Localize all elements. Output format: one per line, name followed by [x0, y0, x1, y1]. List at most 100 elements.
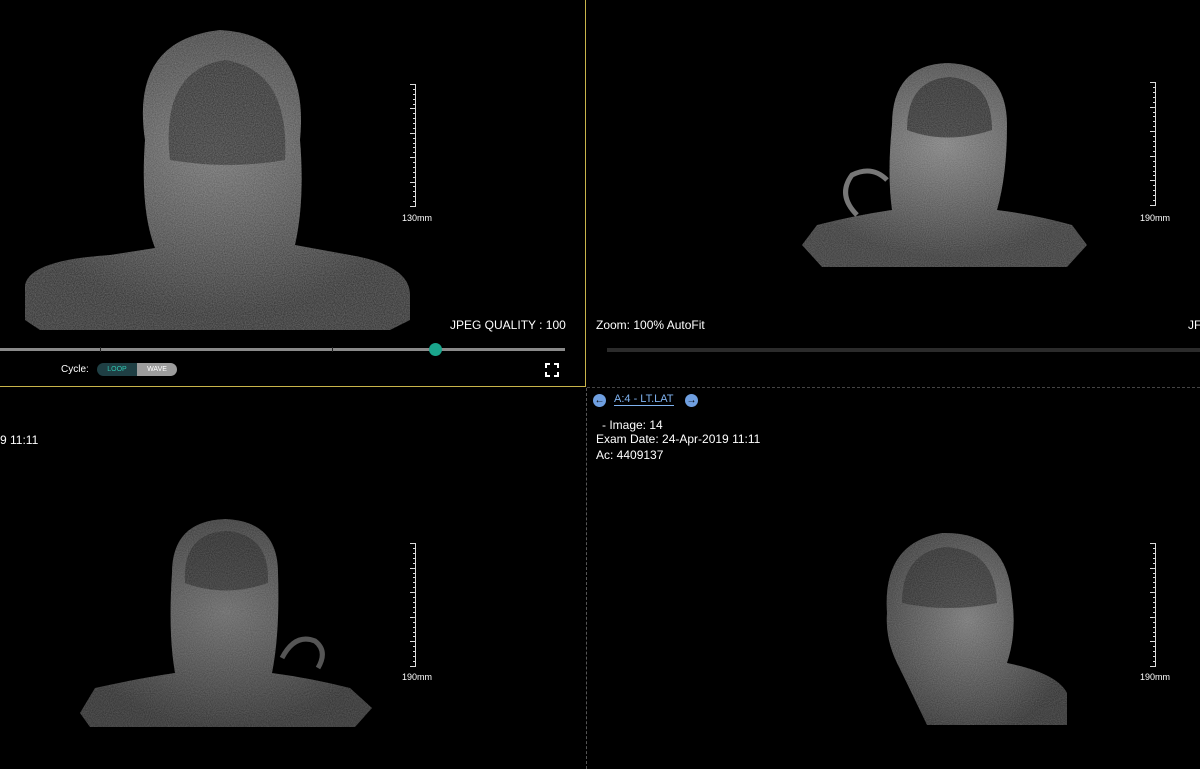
ruler-tick [410, 592, 416, 593]
ruler-tick [1153, 597, 1156, 598]
ruler-tick [413, 138, 416, 139]
ruler-tick [1150, 180, 1156, 181]
ruler-tick [1150, 131, 1156, 132]
ruler-tick [1153, 582, 1156, 583]
accession-number: Ac: 4409137 [596, 448, 664, 462]
viewport-1[interactable]: 130mm JPEG QUALITY : 100 Cycle: LOOP WAV… [0, 0, 586, 387]
ruler-tick [410, 157, 416, 158]
ruler-tick [413, 558, 416, 559]
ruler-tick [1150, 617, 1156, 618]
ruler-tick [410, 641, 416, 642]
ruler-tick [410, 666, 416, 667]
ruler-tick [413, 602, 416, 603]
ruler-tick [1153, 553, 1156, 554]
ruler-tick [1150, 107, 1156, 108]
ruler-tick [1153, 632, 1156, 633]
viewport-4[interactable]: ← A:4 - LT.LAT → - Image: 14 Exam Date: … [587, 388, 1200, 769]
ruler-tick [410, 108, 416, 109]
ruler-tick [1153, 146, 1156, 147]
ruler-tick [1150, 666, 1156, 667]
viewport-2[interactable]: 190mm Zoom: 100% AutoFit JF [587, 0, 1200, 387]
ruler-tick [1153, 136, 1156, 137]
ruler-tick [413, 143, 416, 144]
cine-slider[interactable] [607, 348, 1200, 352]
ruler-tick [410, 206, 416, 207]
exam-date: Exam Date: 24-Apr-2019 11:11 [596, 432, 761, 446]
ruler-tick [413, 636, 416, 637]
cycle-option-loop[interactable]: LOOP [97, 363, 137, 376]
ruler-tick [410, 84, 416, 85]
ruler-tick [413, 573, 416, 574]
scale-ruler [1150, 543, 1156, 667]
ruler-tick [1153, 116, 1156, 117]
ruler-tick [410, 568, 416, 569]
slider-thumb[interactable] [429, 343, 442, 356]
ruler-tick [1150, 82, 1156, 83]
ruler-tick [1153, 563, 1156, 564]
ruler-tick [410, 133, 416, 134]
ruler-tick [413, 582, 416, 583]
ruler-tick [1153, 200, 1156, 201]
ruler-tick [1153, 636, 1156, 637]
ruler-tick [413, 94, 416, 95]
scale-ruler [410, 543, 416, 667]
scan-image [80, 519, 372, 727]
ruler-tick [413, 162, 416, 163]
scale-ruler [1150, 82, 1156, 206]
arrow-right-circle-icon[interactable]: → [685, 394, 698, 407]
ruler-label: 190mm [402, 672, 433, 682]
ruler-tick [413, 656, 416, 657]
ruler-tick [1153, 161, 1156, 162]
ruler-tick [413, 622, 416, 623]
ruler-tick [1153, 577, 1156, 578]
ruler-tick [413, 548, 416, 549]
ruler-tick [1153, 121, 1156, 122]
ruler-tick [413, 152, 416, 153]
ruler-tick [1150, 205, 1156, 206]
cycle-option-wave[interactable]: WAVE [137, 363, 177, 376]
ruler-tick [413, 89, 416, 90]
ruler-tick [1153, 166, 1156, 167]
ruler-tick [410, 543, 416, 544]
ruler-tick [1153, 92, 1156, 93]
cycle-toggle[interactable]: LOOP WAVE [97, 363, 177, 376]
ruler-tick [1153, 171, 1156, 172]
ruler-tick [1153, 87, 1156, 88]
ruler-tick [413, 172, 416, 173]
ruler-tick [413, 632, 416, 633]
viewport-3[interactable]: 9 11:11 190mm [0, 388, 586, 769]
ruler-tick [413, 128, 416, 129]
ruler-tick [413, 553, 416, 554]
ruler-tick [413, 118, 416, 119]
series-selector[interactable]: A:4 - LT.LAT [614, 393, 674, 406]
ruler-tick [413, 651, 416, 652]
ruler-tick [1150, 641, 1156, 642]
ruler-tick [413, 104, 416, 105]
ruler-tick [1153, 661, 1156, 662]
ruler-tick [410, 617, 416, 618]
ruler-tick [413, 123, 416, 124]
ruler-tick [413, 646, 416, 647]
ruler-tick [413, 587, 416, 588]
ruler-tick [413, 661, 416, 662]
image-number: - Image: 14 [602, 418, 663, 432]
zoom-label: Zoom: 100% AutoFit [596, 318, 705, 332]
ruler-tick [413, 177, 416, 178]
ruler-tick [1153, 175, 1156, 176]
ruler-tick [413, 186, 416, 187]
ruler-tick [1153, 141, 1156, 142]
ruler-tick [413, 577, 416, 578]
fullscreen-icon[interactable] [545, 363, 559, 377]
ruler-tick [413, 147, 416, 148]
ruler-tick [413, 113, 416, 114]
ruler-tick [1153, 126, 1156, 127]
ruler-tick [413, 563, 416, 564]
ruler-tick [1153, 151, 1156, 152]
arrow-left-circle-icon[interactable]: ← [593, 394, 606, 407]
ruler-label: 130mm [402, 213, 433, 223]
ruler-tick [413, 612, 416, 613]
ruler-tick [1153, 548, 1156, 549]
ruler-tick [1153, 190, 1156, 191]
ruler-tick [1153, 195, 1156, 196]
cine-slider[interactable] [0, 348, 565, 351]
